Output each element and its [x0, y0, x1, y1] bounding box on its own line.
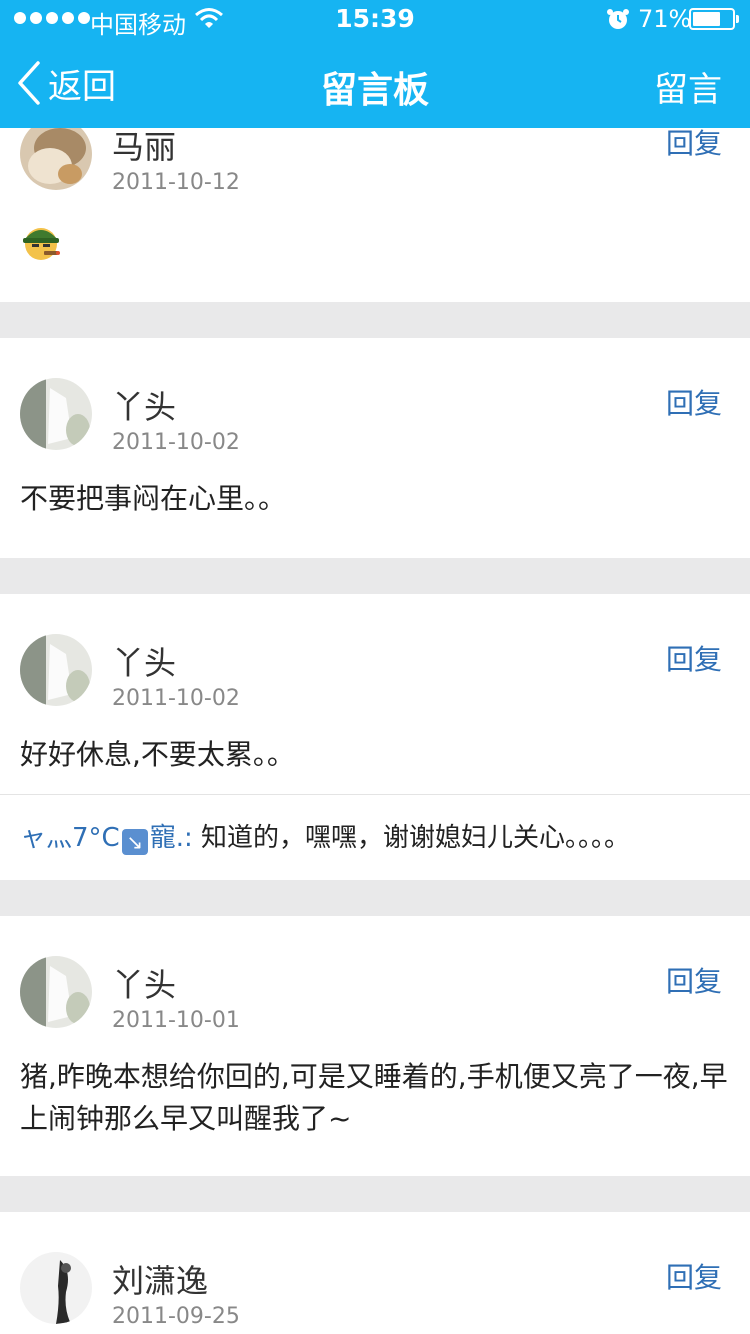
- avatar[interactable]: [20, 956, 92, 1028]
- page-title: 留言板: [320, 70, 429, 111]
- alarm-clock-icon: [607, 9, 629, 29]
- message-card: 刘潇逸 2011-09-25 回复: [0, 1212, 750, 1334]
- message-content: 不要把事闷在心里。。: [20, 482, 287, 515]
- reply-button[interactable]: 回复: [666, 960, 722, 1000]
- reply-button[interactable]: 回复: [666, 122, 722, 162]
- battery-icon: [689, 8, 739, 30]
- message-card: 丫头 2011-10-02 回复 不要把事闷在心里。。: [0, 338, 750, 558]
- avatar[interactable]: [20, 634, 92, 706]
- message-date: 2011-10-02: [112, 430, 240, 455]
- message-date: 2011-10-01: [112, 1008, 240, 1033]
- message-content: 猪,昨晚本想给你回的,可是又睡着的,手机便又亮了一夜,早上闹钟那么早又叫醒我了~: [20, 1060, 728, 1135]
- message-date: 2011-10-12: [112, 170, 240, 195]
- reply-button[interactable]: 回复: [666, 1256, 722, 1296]
- author-name: 马丽: [112, 128, 177, 166]
- author-name: 丫头: [112, 644, 177, 682]
- avatar[interactable]: [20, 378, 92, 450]
- author-name: 丫头: [112, 388, 177, 426]
- message-card: 丫头 2011-10-01 回复 猪,昨晚本想给你回的,可是又睡着的,手机便又亮…: [0, 916, 750, 1176]
- message-content: 好好休息,不要太累。。: [20, 738, 295, 771]
- reply-button[interactable]: 回复: [666, 638, 722, 678]
- avatar[interactable]: [20, 1252, 92, 1324]
- message-date: 2011-09-25: [112, 1304, 240, 1329]
- message-date: 2011-10-02: [112, 686, 240, 711]
- reply-item: ャ灬7°C ↘ 寵.: 知道的，嘿嘿，谢谢媳妇儿关心。。。。: [20, 817, 630, 855]
- message-card: 丫头 2011-10-02 回复 好好休息,不要太累。。 ャ灬7°C ↘ 寵.: 知…: [0, 594, 750, 880]
- author-name: 刘潇逸: [112, 1262, 209, 1300]
- reply-author[interactable]: ャ灬7°C ↘ 寵.:: [20, 823, 193, 855]
- author-name: 丫头: [112, 966, 177, 1004]
- status-bar: 中国移动 15:39 71%: [0, 0, 750, 40]
- top-bar: 中国移动 15:39 71% 返回 留言板 留言: [0, 0, 750, 128]
- message-list[interactable]: 马丽 2011-10-12 回复 丫头 2011-10-02 回复 不要把事闷在…: [0, 0, 750, 1334]
- arrow-down-right-icon: ↘: [121, 829, 148, 855]
- post-message-button[interactable]: 留言: [654, 62, 722, 111]
- avatar[interactable]: [20, 118, 92, 190]
- reply-text: 知道的，嘿嘿，谢谢媳妇儿关心。。。。: [192, 823, 630, 853]
- battery-percent: 71%: [638, 5, 692, 33]
- smoking-soldier-emoji-icon: [20, 220, 62, 262]
- reply-button[interactable]: 回复: [666, 382, 722, 422]
- navigation-bar: 返回 留言板 留言: [0, 40, 750, 128]
- reply-thread: ャ灬7°C ↘ 寵.: 知道的，嘿嘿，谢谢媳妇儿关心。。。。: [0, 794, 750, 881]
